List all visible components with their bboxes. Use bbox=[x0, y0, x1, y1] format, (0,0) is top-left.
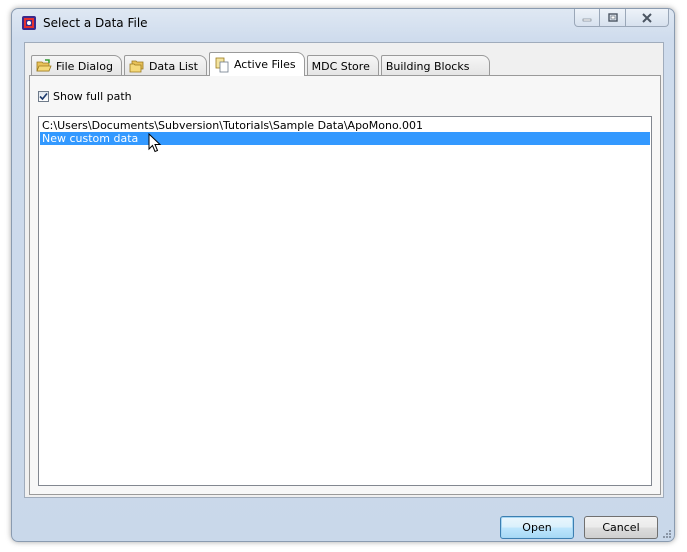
tab-file-dialog[interactable]: File Dialog bbox=[31, 55, 122, 76]
restore-icon bbox=[607, 13, 618, 22]
tab-label: Active Files bbox=[233, 58, 296, 71]
close-button[interactable] bbox=[626, 9, 669, 27]
folder-open-icon bbox=[36, 59, 52, 72]
title-bar[interactable]: Select a Data File bbox=[12, 9, 674, 39]
minimize-button[interactable] bbox=[574, 9, 600, 27]
cancel-button[interactable]: Cancel bbox=[584, 516, 658, 539]
tab-data-list[interactable]: Data List bbox=[123, 55, 207, 76]
documents-icon bbox=[215, 57, 229, 72]
active-files-panel: Show full path C:\Users\Documents\Subver… bbox=[29, 75, 661, 495]
folders-icon bbox=[129, 60, 144, 73]
active-files-list[interactable]: C:\Users\Documents\Subversion\Tutorials\… bbox=[38, 116, 652, 486]
show-full-path-checkbox[interactable] bbox=[38, 91, 49, 102]
tab-strip: File Dialog Data List Active Files MDC S… bbox=[31, 52, 492, 76]
tab-building-blocks[interactable]: Building Blocks bbox=[380, 55, 491, 76]
mouse-pointer-icon bbox=[148, 133, 162, 153]
checkmark-icon bbox=[39, 92, 48, 101]
tab-active-files[interactable]: Active Files bbox=[208, 52, 305, 76]
show-full-path-label: Show full path bbox=[53, 90, 132, 103]
dialog-client-area: File Dialog Data List Active Files MDC S… bbox=[24, 42, 664, 498]
list-item-selected[interactable]: New custom data bbox=[40, 132, 650, 145]
list-item[interactable]: C:\Users\Documents\Subversion\Tutorials\… bbox=[40, 119, 423, 132]
tab-label: Data List bbox=[148, 59, 198, 73]
close-icon bbox=[642, 12, 652, 23]
minimize-icon bbox=[582, 18, 592, 21]
tab-label: Building Blocks bbox=[385, 59, 470, 73]
resize-grip-icon[interactable] bbox=[661, 528, 671, 538]
restore-button[interactable] bbox=[600, 9, 626, 27]
tab-mdc-store[interactable]: MDC Store bbox=[306, 55, 379, 76]
fcs-express-icon bbox=[22, 16, 36, 30]
dialog-window: Select a Data File File Dialog Data List… bbox=[11, 8, 675, 542]
window-title: Select a Data File bbox=[43, 16, 148, 30]
open-button[interactable]: Open bbox=[500, 516, 574, 539]
tab-label: File Dialog bbox=[56, 59, 113, 73]
show-full-path-option[interactable]: Show full path bbox=[38, 90, 132, 103]
window-controls bbox=[574, 9, 669, 29]
tab-label: MDC Store bbox=[311, 59, 370, 73]
